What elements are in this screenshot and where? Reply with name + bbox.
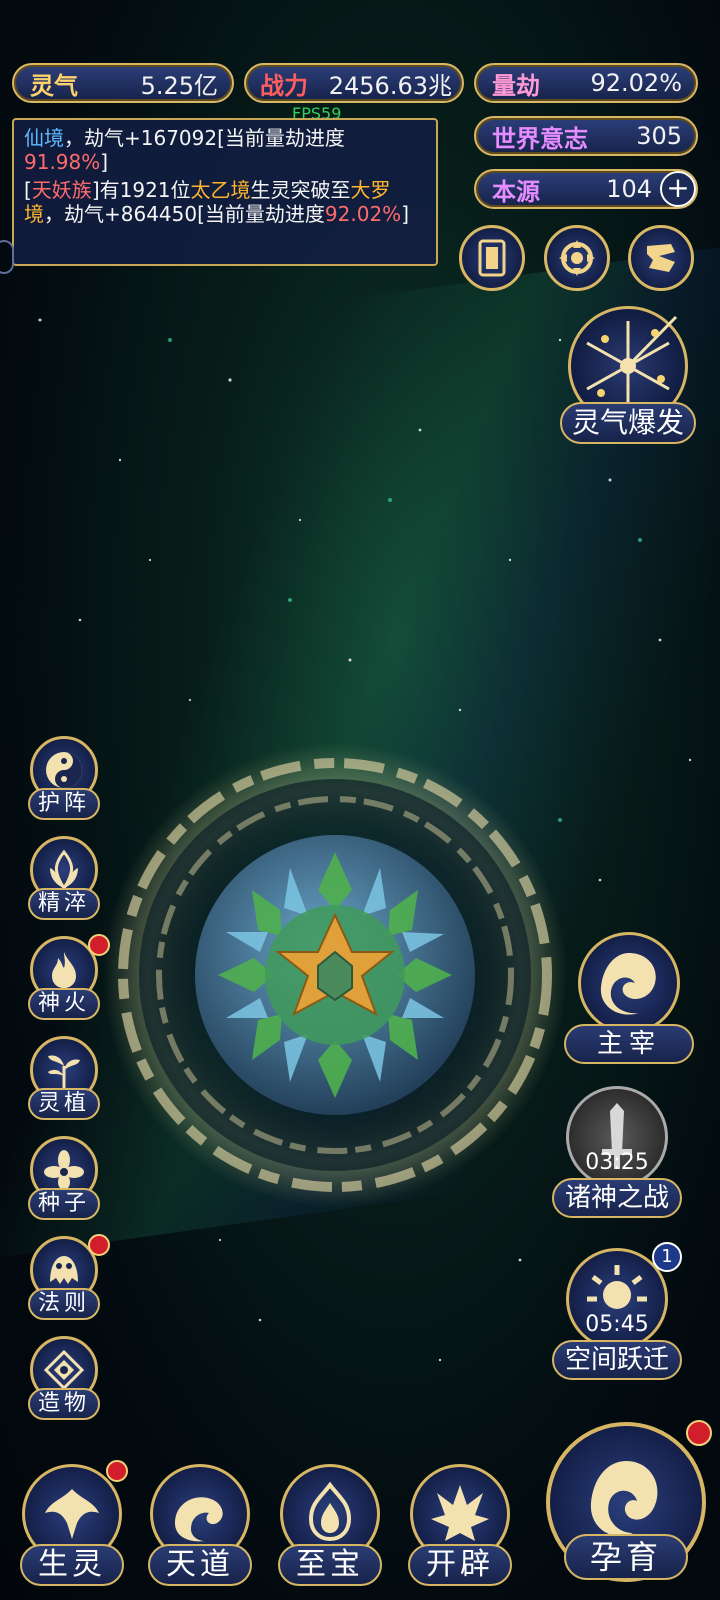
notification-dot bbox=[88, 1234, 110, 1256]
card-icon bbox=[478, 239, 506, 277]
dragon-icon bbox=[578, 932, 680, 1034]
bottom-label: 开辟 bbox=[408, 1544, 512, 1586]
liangjie-value: 92.02% bbox=[590, 69, 682, 97]
liangjie-label: 量劫 bbox=[492, 71, 540, 100]
world-orb[interactable] bbox=[100, 740, 570, 1210]
lingqi-bar: 灵气 5.25亿 bbox=[12, 63, 234, 103]
notification-dot bbox=[106, 1460, 128, 1482]
zhuzai-button[interactable]: 主宰 bbox=[564, 932, 694, 1072]
menu-label: 精淬 bbox=[28, 888, 100, 920]
benyuan-add-button[interactable]: + bbox=[660, 171, 696, 207]
scroll-icon bbox=[647, 244, 675, 272]
benyuan-label: 本源 bbox=[492, 177, 540, 206]
log-text: ，劫气+864450[当前量劫进度 bbox=[44, 202, 325, 226]
benyuan-value: 104 bbox=[606, 175, 652, 203]
menu-label: 造物 bbox=[28, 1388, 100, 1420]
bottom-label: 生灵 bbox=[20, 1544, 124, 1586]
menu-lingzhi[interactable]: 灵植 bbox=[24, 1036, 104, 1126]
card-button[interactable] bbox=[459, 225, 525, 291]
bottom-shengling[interactable]: 生灵 bbox=[14, 1460, 130, 1594]
liangjie-bar[interactable]: 量劫 92.02% bbox=[474, 63, 698, 103]
vortex-icon bbox=[559, 240, 595, 276]
bottom-kaipi[interactable]: 开辟 bbox=[402, 1464, 518, 1594]
zhanli-label: 战力 bbox=[260, 71, 308, 100]
log-progress: 92.02% bbox=[324, 202, 402, 226]
yunyu-label: 孕育 bbox=[564, 1534, 688, 1580]
log-bracket: ] bbox=[401, 202, 409, 226]
bottom-label: 天道 bbox=[148, 1544, 252, 1586]
menu-label: 种子 bbox=[28, 1188, 100, 1220]
zhuzai-label: 主宰 bbox=[564, 1024, 694, 1064]
menu-jingcui[interactable]: 精淬 bbox=[24, 836, 104, 926]
zhushen-timer: 03:25 bbox=[585, 1150, 649, 1175]
shijie-yizhi-bar[interactable]: 世界意志 305 bbox=[474, 116, 698, 156]
log-bracket: ] bbox=[100, 150, 109, 174]
kongjian-button[interactable]: 05:45 1 空间跃迁 bbox=[552, 1242, 682, 1388]
menu-faze[interactable]: 法则 bbox=[24, 1234, 110, 1326]
menu-label: 神火 bbox=[28, 988, 100, 1020]
zhushen-label: 诸神之战 bbox=[552, 1178, 682, 1218]
menu-huzhen[interactable]: 护阵 bbox=[24, 736, 104, 826]
log-text: ，劫气+167092[当前量劫进度 bbox=[64, 126, 345, 150]
log-realm: 仙境 bbox=[24, 126, 64, 150]
bottom-tiandao[interactable]: 天道 bbox=[142, 1464, 258, 1594]
scroll-button[interactable] bbox=[628, 225, 694, 291]
notification-dot bbox=[88, 934, 110, 956]
menu-label: 法则 bbox=[28, 1288, 100, 1320]
yunyu-button[interactable]: 孕育 bbox=[540, 1420, 712, 1592]
log-entry-2: [天妖族]有1921位太乙境生灵突破至大罗境，劫气+864450[当前量劫进度9… bbox=[24, 178, 426, 226]
log-faction: 天妖族 bbox=[31, 178, 92, 202]
menu-zaowu[interactable]: 造物 bbox=[24, 1336, 104, 1426]
log-bracket: [ bbox=[24, 178, 32, 202]
menu-shenhuo[interactable]: 神火 bbox=[24, 934, 110, 1026]
log-progress: 91.98% bbox=[24, 150, 101, 174]
lingqi-value: 5.25亿 bbox=[140, 71, 218, 100]
vortex-button[interactable] bbox=[544, 225, 610, 291]
menu-label: 灵植 bbox=[28, 1088, 100, 1120]
event-log: 仙境，劫气+167092[当前量劫进度91.98%] [天妖族]有1921位太乙… bbox=[12, 118, 438, 266]
world-orb-graphic bbox=[103, 743, 567, 1207]
log-text: ]有1921位 bbox=[91, 178, 191, 202]
bottom-label: 至宝 bbox=[278, 1544, 382, 1586]
shijie-yizhi-value: 305 bbox=[636, 122, 682, 150]
menu-zhongzi[interactable]: 种子 bbox=[24, 1136, 104, 1226]
burst-button[interactable]: 灵气爆发 bbox=[560, 306, 696, 446]
zhanli-value: 2456.63兆 bbox=[328, 71, 452, 100]
menu-label: 护阵 bbox=[28, 788, 100, 820]
log-realm-from: 太乙境 bbox=[190, 178, 251, 202]
kongjian-count-badge: 1 bbox=[652, 1242, 682, 1272]
zhushen-button[interactable]: 03:25 诸神之战 bbox=[552, 1086, 682, 1226]
burst-label: 灵气爆发 bbox=[560, 402, 696, 444]
log-entry-1: 仙境，劫气+167092[当前量劫进度91.98%] bbox=[24, 126, 426, 174]
bottom-zhibao[interactable]: 至宝 bbox=[272, 1464, 388, 1594]
notification-dot bbox=[686, 1420, 712, 1446]
zhanli-bar[interactable]: 战力 2456.63兆 bbox=[244, 63, 464, 103]
shijie-yizhi-label: 世界意志 bbox=[492, 124, 588, 153]
log-text: 生灵突破至 bbox=[250, 178, 351, 202]
kongjian-label: 空间跃迁 bbox=[552, 1340, 682, 1380]
edge-handle[interactable] bbox=[0, 240, 14, 274]
kongjian-timer: 05:45 bbox=[585, 1312, 649, 1337]
lingqi-label: 灵气 bbox=[30, 71, 78, 100]
